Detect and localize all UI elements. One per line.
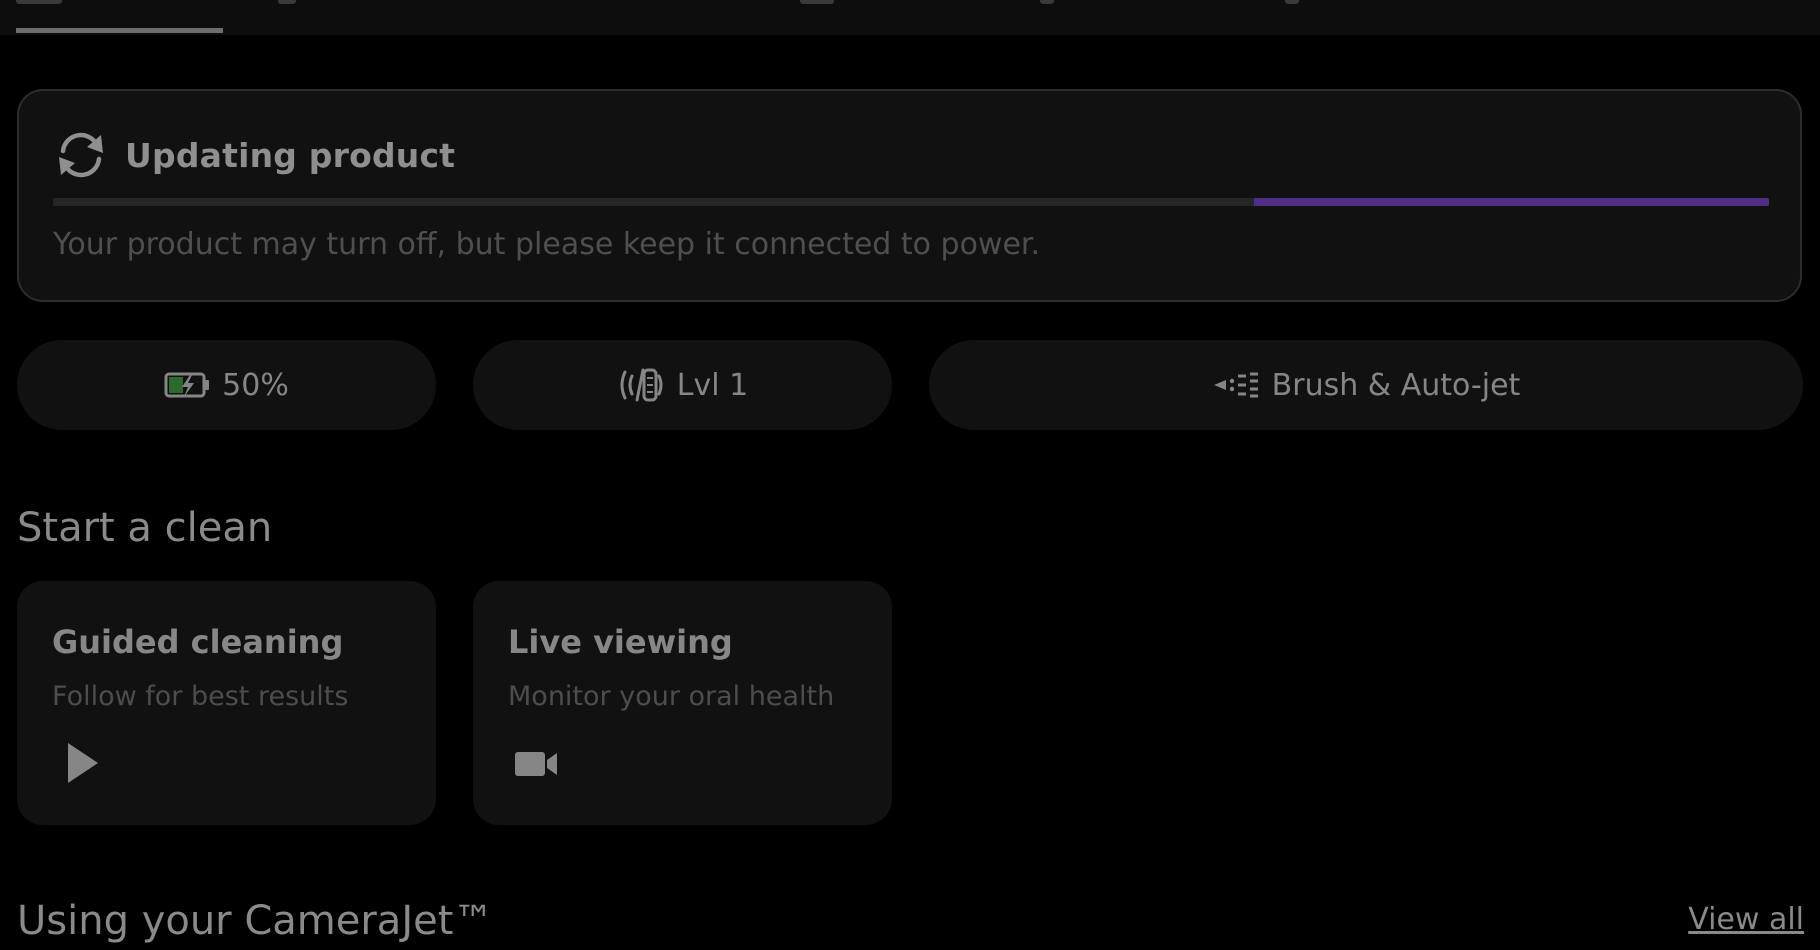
- sync-icon: [53, 127, 109, 183]
- tab-icon[interactable]: [278, 0, 296, 4]
- update-progress-bar: [53, 198, 1769, 206]
- intensity-chip[interactable]: Lvl 1: [473, 340, 892, 430]
- update-title: Updating product: [125, 135, 456, 175]
- video-camera-icon: [513, 749, 559, 783]
- mode-chip[interactable]: Brush & Auto-jet: [929, 340, 1803, 430]
- play-icon: [62, 741, 102, 789]
- using-heading: Using your CameraJet™: [17, 898, 494, 944]
- update-header: Updating product: [53, 127, 455, 183]
- guided-cleaning-subtitle: Follow for best results: [52, 681, 349, 712]
- cleaning-mode: Brush & Auto-jet: [1271, 367, 1521, 403]
- active-tab-indicator: [16, 28, 223, 33]
- live-viewing-card[interactable]: Live viewing Monitor your oral health: [473, 581, 892, 825]
- intensity-level: Lvl 1: [676, 367, 749, 403]
- update-progress-fill: [1254, 198, 1769, 206]
- start-clean-heading: Start a clean: [17, 505, 273, 551]
- tab-icon[interactable]: [800, 0, 834, 4]
- update-note: Your product may turn off, but please ke…: [53, 227, 1041, 262]
- battery-chip[interactable]: 50%: [17, 340, 436, 430]
- guided-cleaning-title: Guided cleaning: [52, 623, 344, 661]
- tab-icon[interactable]: [1040, 0, 1054, 4]
- spray-mode-icon: [1212, 371, 1260, 399]
- view-all-link[interactable]: View all: [1688, 902, 1804, 937]
- home-screen: Updating product Your product may turn o…: [0, 0, 1820, 950]
- intensity-level-icon: [617, 366, 665, 404]
- tab-home-icon[interactable]: [16, 0, 62, 4]
- tab-icon[interactable]: [1285, 0, 1299, 4]
- live-viewing-title: Live viewing: [508, 623, 733, 661]
- live-viewing-subtitle: Monitor your oral health: [508, 681, 835, 712]
- update-status-card: Updating product Your product may turn o…: [17, 89, 1802, 302]
- guided-cleaning-card[interactable]: Guided cleaning Follow for best results: [17, 581, 436, 825]
- battery-level: 50%: [222, 367, 289, 403]
- top-tab-bar: [0, 0, 1820, 35]
- battery-charging-icon: [164, 371, 210, 399]
